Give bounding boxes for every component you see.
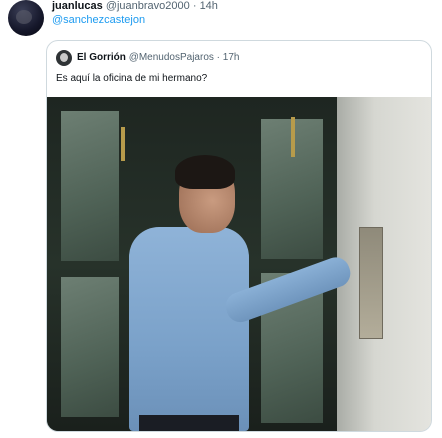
door-glass-pane xyxy=(61,111,119,261)
timestamp[interactable]: 14h xyxy=(200,0,218,12)
quoted-timestamp[interactable]: 17h xyxy=(223,52,240,63)
user-handle[interactable]: @juanbravo2000 xyxy=(106,0,190,12)
tweet[interactable]: juanlucas @juanbravo2000 · 14h @sanchezc… xyxy=(0,0,442,438)
separator: · xyxy=(192,0,197,12)
tweet-header: juanlucas @juanbravo2000 · 14h xyxy=(52,0,218,13)
door-handle xyxy=(291,117,295,157)
intercom-panel xyxy=(359,227,383,339)
quoted-tweet-text: Es aquí la oficina de mi hermano? xyxy=(56,73,208,84)
quoted-user-handle[interactable]: @MenudosPajaros xyxy=(129,52,214,63)
person-hair xyxy=(175,155,235,189)
person-pants xyxy=(139,415,239,431)
door-glass-pane xyxy=(61,277,119,417)
quoted-tweet[interactable]: El Gorrión @MenudosPajaros · 17h Es aquí… xyxy=(46,40,432,432)
door-handle xyxy=(121,127,125,161)
quoted-user-avatar[interactable] xyxy=(56,50,72,66)
person-shirt xyxy=(129,227,249,431)
mention-link[interactable]: @sanchezcastejon xyxy=(52,14,145,27)
quoted-separator: · xyxy=(216,52,221,63)
tweet-photo[interactable] xyxy=(47,97,431,431)
stone-wall xyxy=(337,97,431,431)
quoted-display-name[interactable]: El Gorrión xyxy=(77,52,126,63)
display-name[interactable]: juanlucas xyxy=(52,0,103,12)
quoted-tweet-header: El Gorrión @MenudosPajaros · 17h xyxy=(77,51,239,64)
user-avatar[interactable] xyxy=(8,0,44,36)
